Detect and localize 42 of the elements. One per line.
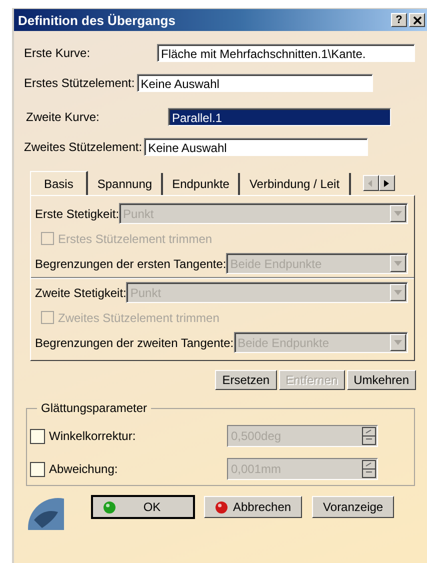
combo-label: Begrenzungen der zweiten Tangente:: [35, 336, 234, 350]
ball-icon: [215, 500, 228, 514]
help-button[interactable]: ?: [391, 13, 407, 27]
combo-label: Zweite Stetigkeit:: [35, 286, 126, 300]
close-button[interactable]: [409, 13, 425, 27]
input-field[interactable]: Parallel.1: [168, 108, 391, 126]
combo-label: Erste Stetigkeit:: [35, 206, 120, 220]
checkbox-label: Winkelkorrektur:: [49, 429, 137, 443]
input-field[interactable]: Keine Auswahl: [136, 74, 373, 92]
action-button[interactable]: Ersetzen: [215, 370, 277, 390]
dialog-button[interactable]: Voranzeige: [312, 496, 394, 518]
scroll-right-button[interactable]: [378, 175, 395, 191]
action-button[interactable]: Umkehren: [346, 370, 416, 390]
field-label: Erstes Stützelement:: [24, 76, 135, 90]
dropdown-arrow-icon: [394, 261, 402, 266]
checkbox-label: Abweichung:: [49, 462, 119, 476]
combo-label: Begrenzungen der ersten Tangente:: [35, 256, 226, 270]
tab[interactable]: Spannung: [88, 173, 164, 195]
close-icon: [412, 16, 422, 24]
dialog-button[interactable]: Abbrechen: [204, 496, 302, 518]
spinner-arrows-icon: [362, 427, 376, 445]
dropdown-arrow-icon: [394, 211, 402, 216]
scroll-left-button[interactable]: [362, 175, 379, 191]
dialog-button[interactable]: OK: [92, 496, 194, 518]
tab[interactable]: Endpunkte: [163, 173, 240, 195]
field-label: Erste Kurve:: [24, 46, 92, 60]
tab[interactable]: Verbindung / Leit: [240, 173, 351, 195]
right-arrow-icon: [384, 180, 390, 186]
input-field[interactable]: Keine Auswahl: [144, 138, 368, 156]
checkbox-label: Zweites Stützelement trimmen: [58, 310, 220, 324]
dropdown-arrow-icon: [394, 340, 402, 345]
field-label: Zweite Kurve:: [26, 110, 100, 124]
spinner-arrows-icon: [362, 460, 376, 478]
ball-icon: [103, 500, 116, 514]
window-title: Definition des Übergangs: [18, 12, 176, 28]
field-label: Zweites Stützelement:: [24, 140, 142, 154]
left-arrow-icon: [368, 180, 374, 186]
tab[interactable]: Basis: [30, 171, 88, 195]
group-title: Glättungsparameter: [37, 401, 152, 415]
checkbox-label: Erstes Stützelement trimmen: [58, 232, 212, 246]
input-field[interactable]: Fläche mit Mehrfachschnitten.1\Kante.: [157, 44, 415, 62]
dropdown-arrow-icon: [394, 290, 402, 295]
